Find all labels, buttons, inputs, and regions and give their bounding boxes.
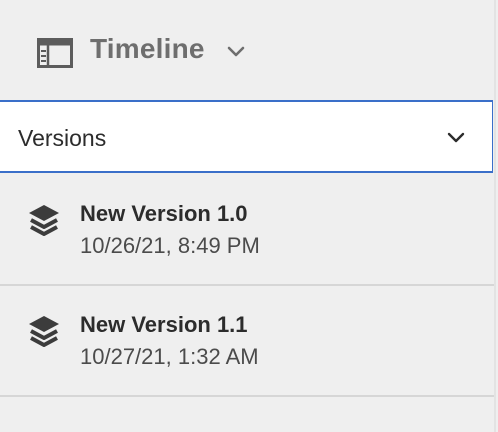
version-list: New Version 1.0 10/26/21, 8:49 PM New Ve… — [0, 175, 494, 397]
version-name: New Version 1.1 — [80, 312, 248, 337]
version-timestamp: 10/27/21, 1:32 AM — [80, 344, 259, 369]
layers-icon — [27, 203, 61, 237]
version-item[interactable]: New Version 1.1 10/27/21, 1:32 AM — [0, 286, 494, 397]
version-item[interactable]: New Version 1.0 10/26/21, 8:49 PM — [0, 175, 494, 286]
version-name: New Version 1.0 — [80, 201, 248, 226]
chevron-down-icon[interactable] — [226, 44, 246, 60]
timeline-panel: Timeline Versions New Version 1.0 10/26/… — [0, 0, 496, 432]
panel-header: Timeline — [0, 0, 494, 100]
chevron-down-icon — [446, 131, 466, 145]
panel-rail-icon[interactable] — [37, 38, 73, 68]
panel-title[interactable]: Timeline — [90, 33, 205, 65]
dropdown-selected-value: Versions — [18, 125, 107, 151]
version-timestamp: 10/26/21, 8:49 PM — [80, 233, 260, 258]
version-filter-dropdown[interactable]: Versions — [0, 100, 493, 173]
layers-icon — [27, 314, 61, 348]
